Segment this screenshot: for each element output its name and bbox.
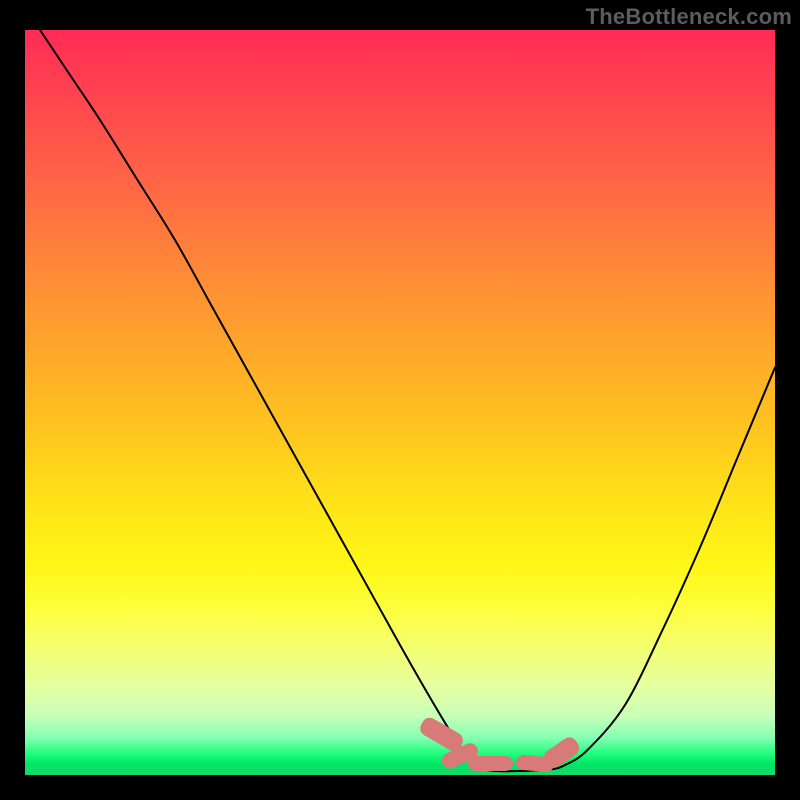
chart-stage: TheBottleneck.com (0, 0, 800, 800)
plot-area (25, 30, 775, 775)
curve-marker (468, 756, 513, 771)
bottleneck-curve (40, 30, 775, 771)
curve-svg (25, 30, 775, 780)
watermark-text: TheBottleneck.com (586, 4, 792, 30)
